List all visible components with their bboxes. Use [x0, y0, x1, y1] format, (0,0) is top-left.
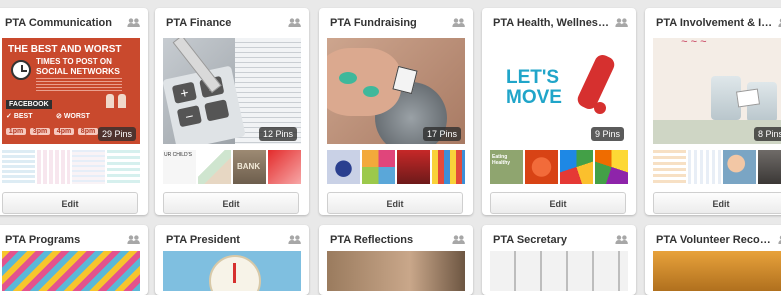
- pin-count-badge: 8 Pins: [753, 127, 781, 141]
- edit-board-button[interactable]: Edit: [490, 192, 626, 214]
- pin-count-badge: 17 Pins: [422, 127, 461, 141]
- pin-thumbnail[interactable]: [268, 150, 301, 184]
- time-badge: 8pm: [78, 128, 98, 135]
- clock-face-image: [209, 255, 261, 291]
- pin-thumbnail[interactable]: [327, 150, 360, 184]
- group-board-icon: [615, 18, 628, 27]
- pin-count-badge: 29 Pins: [97, 127, 136, 141]
- infographic-headline-1: THE BEST AND WORST: [8, 44, 122, 55]
- board-title[interactable]: PTA Fundraising: [330, 17, 447, 29]
- time-badge: 3pm: [30, 128, 50, 135]
- board-health-wellness[interactable]: PTA Health, Wellness & S... LET'S MOVE 9…: [482, 8, 636, 215]
- thumbnail-caption: Eating Healthy: [492, 154, 511, 166]
- group-board-icon: [452, 18, 465, 27]
- board-cover-image[interactable]: 17 Pins: [327, 38, 465, 144]
- board-reflections[interactable]: PTA Reflections: [319, 225, 473, 295]
- group-board-icon: [288, 235, 301, 244]
- group-board-icon: [288, 18, 301, 27]
- pin-thumbnail[interactable]: [758, 150, 781, 184]
- person-figure: [106, 94, 114, 108]
- board-title[interactable]: PTA Health, Wellness & S...: [493, 17, 610, 29]
- pin-thumbnail[interactable]: [688, 150, 721, 184]
- best-label: ✓ BEST: [6, 113, 33, 120]
- board-title[interactable]: PTA Secretary: [493, 234, 610, 246]
- pin-thumbnail[interactable]: [653, 150, 686, 184]
- fingernail: [339, 72, 357, 84]
- lets-move-logo-text: LET'S MOVE: [506, 67, 562, 108]
- board-title[interactable]: PTA Communication: [5, 17, 122, 29]
- edit-board-button[interactable]: Edit: [653, 192, 781, 214]
- edit-board-button[interactable]: Edit: [163, 192, 299, 214]
- board-cover-image[interactable]: [490, 251, 628, 291]
- board-involvement-ideas[interactable]: PTA Involvement & Ideas ~ ~ ~ 8 Pins Edi…: [645, 8, 781, 215]
- board-cover-image[interactable]: + × − 12 Pins: [163, 38, 301, 144]
- board-fundraising[interactable]: PTA Fundraising 17 Pins Edit: [319, 8, 473, 215]
- group-board-icon: [615, 235, 628, 244]
- pin-thumbnail[interactable]: [362, 150, 395, 184]
- infographic-headline-3: SOCIAL NETWORKS: [36, 66, 120, 76]
- pin-thumbnail[interactable]: [37, 150, 70, 184]
- apple-icon: [594, 102, 606, 114]
- fingernail: [363, 86, 379, 97]
- award-tag: [735, 88, 761, 108]
- pin-thumbnail[interactable]: [107, 150, 140, 184]
- edit-board-button[interactable]: Edit: [327, 192, 463, 214]
- board-finance[interactable]: PTA Finance + × − 12 Pins UR CHILD'S BAN…: [155, 8, 309, 215]
- board-title[interactable]: PTA President: [166, 234, 283, 246]
- pin-thumbnail[interactable]: [198, 150, 231, 184]
- platform-label: FACEBOOK: [6, 100, 52, 109]
- group-board-icon: [127, 235, 140, 244]
- time-badge: 4pm: [54, 128, 74, 135]
- board-title[interactable]: PTA Volunteer Recognition: [656, 234, 773, 246]
- board-cover-image[interactable]: [327, 251, 465, 291]
- board-volunteer-recognition[interactable]: PTA Volunteer Recognition: [645, 225, 781, 295]
- board-secretary[interactable]: PTA Secretary: [482, 225, 636, 295]
- infographic-headline-2: TIMES TO POST ON: [36, 57, 112, 66]
- board-cover-image[interactable]: [653, 251, 781, 291]
- pin-thumbnail[interactable]: Eating Healthy: [490, 150, 523, 184]
- board-programs[interactable]: PTA Programs: [0, 225, 148, 295]
- pin-count-badge: 12 Pins: [258, 127, 297, 141]
- board-president[interactable]: PTA President: [155, 225, 309, 295]
- hand-image: [327, 48, 401, 116]
- board-cover-image[interactable]: LET'S MOVE 9 Pins: [490, 38, 628, 144]
- worst-label: ⊘ WORST: [56, 113, 90, 120]
- pin-thumbnail[interactable]: [525, 150, 558, 184]
- pin-thumbnail[interactable]: [2, 150, 35, 184]
- pin-thumbnail[interactable]: [595, 150, 628, 184]
- infographic-body: [36, 78, 122, 92]
- board-cover-image[interactable]: THE BEST AND WORST TIMES TO POST ON SOCI…: [2, 38, 140, 144]
- thumbnail-caption: UR CHILD'S: [164, 152, 192, 158]
- pin-count-badge: 9 Pins: [590, 127, 624, 141]
- person-figure: [118, 94, 126, 108]
- pin-thumbnail[interactable]: [560, 150, 593, 184]
- pin-thumbnail[interactable]: [397, 150, 430, 184]
- pin-thumbnail[interactable]: [432, 150, 465, 184]
- group-board-icon: [127, 18, 140, 27]
- board-cover-image[interactable]: [163, 251, 301, 291]
- time-badge: 1pm: [6, 128, 26, 135]
- pin-thumbnail[interactable]: [72, 150, 105, 184]
- board-cover-image[interactable]: [2, 251, 140, 291]
- board-communication[interactable]: PTA Communication THE BEST AND WORST TIM…: [0, 8, 148, 215]
- pin-thumbnail[interactable]: [723, 150, 756, 184]
- pin-thumbnail[interactable]: UR CHILD'S: [163, 150, 196, 184]
- pin-thumbnail[interactable]: BANK: [233, 150, 266, 184]
- board-cover-image[interactable]: ~ ~ ~ 8 Pins: [653, 38, 781, 144]
- edit-board-button[interactable]: Edit: [2, 192, 138, 214]
- clock-icon: [11, 60, 31, 80]
- board-title[interactable]: PTA Reflections: [330, 234, 447, 246]
- board-title[interactable]: PTA Programs: [5, 234, 122, 246]
- group-board-icon: [452, 235, 465, 244]
- thumbnail-caption: BANK: [237, 162, 261, 171]
- board-title[interactable]: PTA Involvement & Ideas: [656, 17, 773, 29]
- handwritten-script: ~ ~ ~: [681, 38, 707, 48]
- board-title[interactable]: PTA Finance: [166, 17, 283, 29]
